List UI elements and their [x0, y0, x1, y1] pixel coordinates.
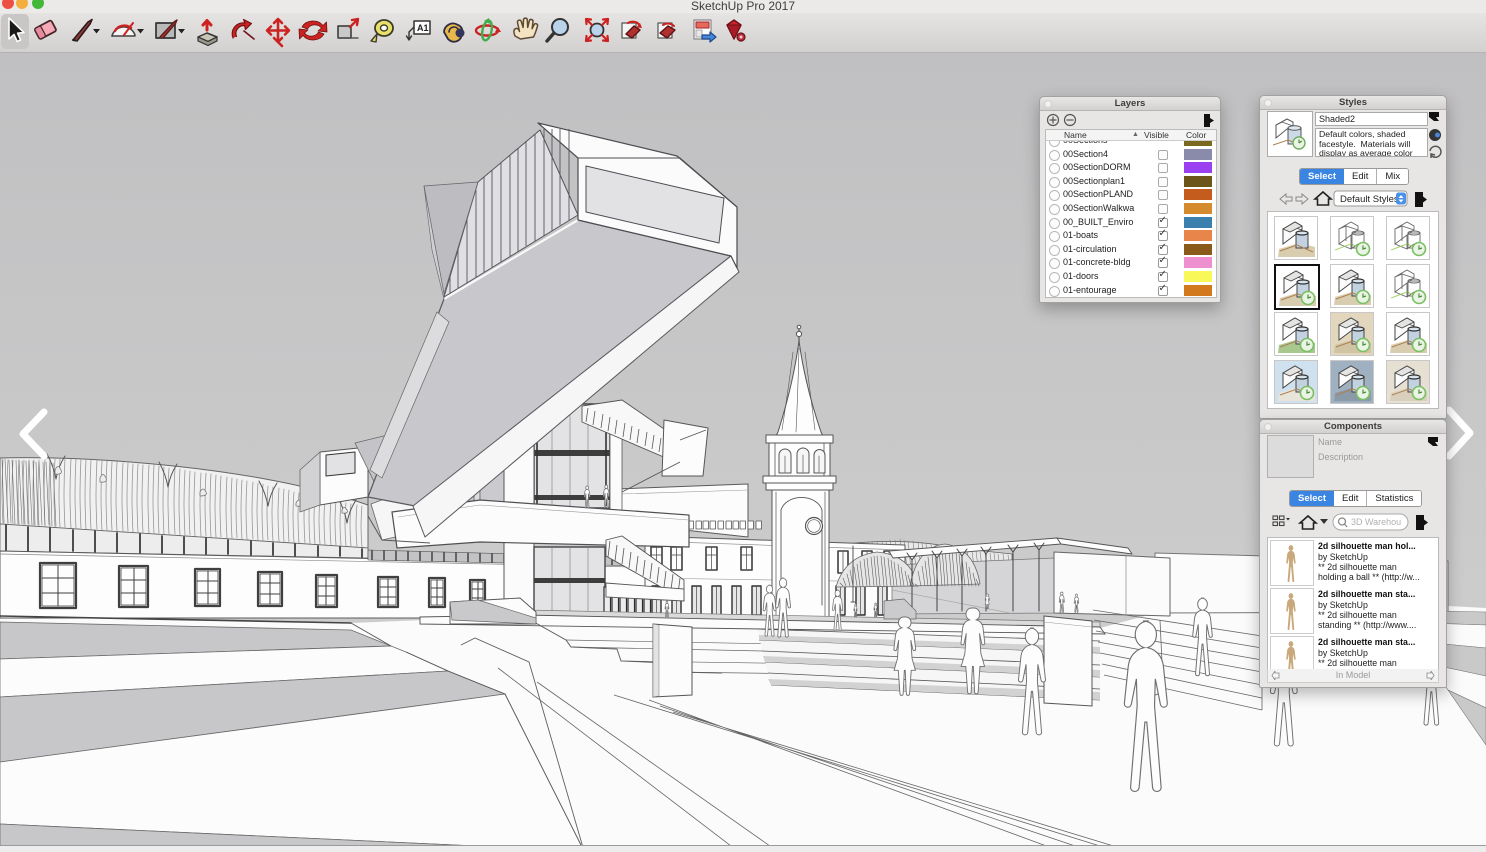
svg-text:Default Styles: Default Styles [1340, 194, 1399, 205]
svg-text:3D Warehou: 3D Warehou [1351, 517, 1401, 527]
svg-text:A1: A1 [417, 23, 429, 33]
